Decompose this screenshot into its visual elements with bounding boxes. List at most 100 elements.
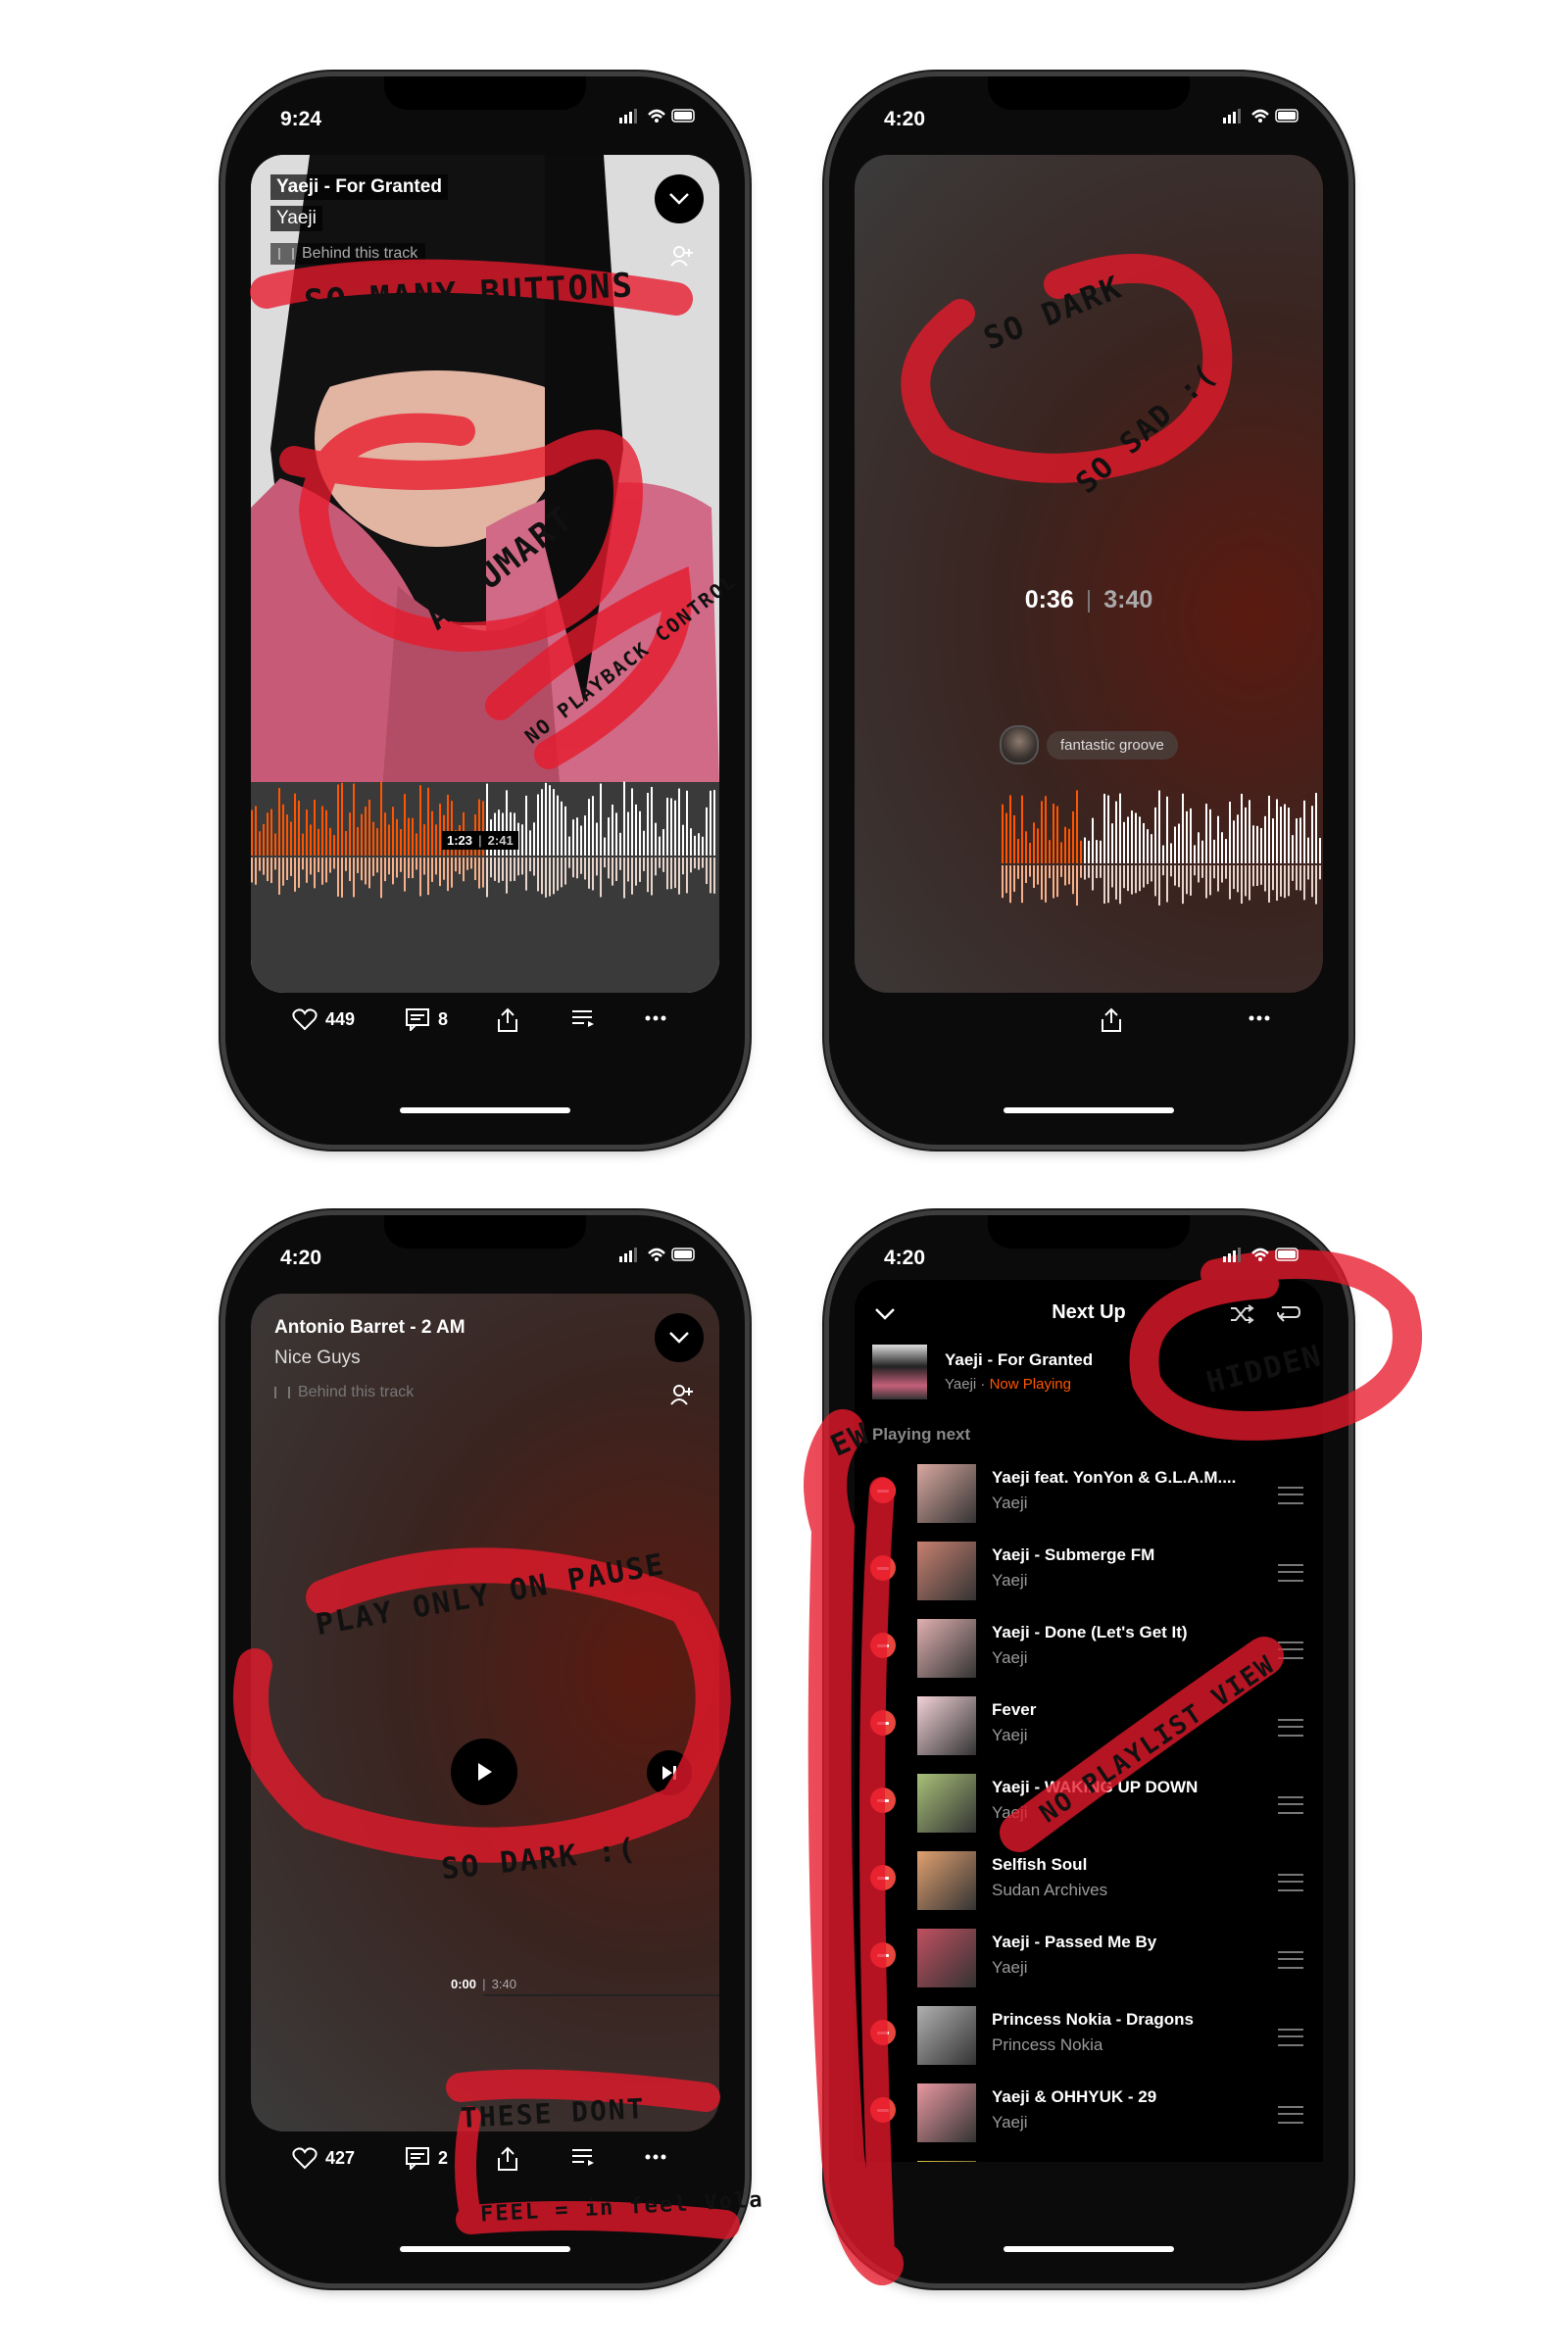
remove-from-queue-button[interactable] bbox=[870, 2020, 896, 2045]
remove-from-queue-button[interactable] bbox=[870, 1478, 896, 1503]
waveform-bar bbox=[1170, 843, 1172, 863]
queue-item-artist: Princess Nokia bbox=[992, 2035, 1103, 2054]
queue-item[interactable]: Fever Yaeji bbox=[855, 1687, 1323, 1764]
minimize-button[interactable] bbox=[655, 174, 704, 223]
queue-item[interactable]: Princess Nokia - Dragons Princess Nokia bbox=[855, 1996, 1323, 2074]
drag-handle-icon[interactable] bbox=[1278, 1487, 1303, 1504]
drag-handle-icon[interactable] bbox=[1278, 1796, 1303, 1814]
remove-from-queue-button[interactable] bbox=[870, 2097, 896, 2123]
queue-item-artist: Yaeji bbox=[992, 1571, 1028, 1590]
waveform-bar bbox=[1209, 865, 1211, 896]
waveform-bar bbox=[498, 858, 500, 883]
waveform-bar bbox=[1131, 810, 1133, 863]
queue-item-title: Yaeji & OHHYUK - 29 bbox=[992, 2087, 1157, 2106]
remove-from-queue-button[interactable] bbox=[870, 1942, 896, 1968]
track-artist[interactable]: Nice Guys bbox=[274, 1348, 361, 1369]
waveform-bar bbox=[710, 790, 711, 856]
waveform-bar bbox=[1119, 865, 1121, 905]
track-artwork bbox=[917, 2083, 976, 2142]
waveform-bar bbox=[419, 785, 421, 856]
waveform-bar bbox=[588, 858, 590, 889]
queue-item[interactable]: Yaeji feat. YonYon & G.L.A.M.... Yaeji bbox=[855, 1454, 1323, 1532]
drag-handle-icon[interactable] bbox=[1278, 1564, 1303, 1582]
waveform-bar bbox=[1084, 837, 1086, 863]
queue-button[interactable] bbox=[570, 2146, 596, 2168]
waveform-bar bbox=[1072, 810, 1074, 863]
drag-handle-icon[interactable] bbox=[1278, 1874, 1303, 1891]
shuffle-button[interactable] bbox=[1229, 1303, 1254, 1330]
waveform-bar bbox=[494, 858, 496, 881]
more-button[interactable] bbox=[1249, 1015, 1270, 1021]
follow-user-icon[interactable] bbox=[670, 1384, 694, 1410]
waveform-bar bbox=[596, 822, 598, 856]
drag-handle-icon[interactable] bbox=[1278, 2029, 1303, 2046]
comment-bubble[interactable]: fantastic groove bbox=[1000, 725, 1178, 764]
waveform[interactable] bbox=[1002, 775, 1323, 942]
waveform-bar bbox=[357, 858, 359, 873]
waveform-bar bbox=[361, 858, 363, 881]
repeat-button[interactable] bbox=[1276, 1303, 1301, 1330]
drag-handle-icon[interactable] bbox=[1278, 2106, 1303, 2124]
remove-from-queue-button[interactable] bbox=[870, 1555, 896, 1581]
comments-button[interactable]: 2 bbox=[405, 2146, 448, 2170]
comments-button[interactable]: 8 bbox=[405, 1007, 448, 1031]
waveform-bar bbox=[1123, 821, 1125, 863]
waveform-bar bbox=[1162, 865, 1164, 876]
waveform-bar bbox=[568, 836, 570, 856]
waveform-bar bbox=[686, 790, 688, 856]
track-artwork bbox=[917, 2161, 976, 2162]
like-button[interactable]: 449 bbox=[292, 1007, 355, 1031]
track-title[interactable]: Yaeji - For Granted bbox=[270, 174, 448, 200]
queue-item[interactable]: Selfish Soul Sudan Archives bbox=[855, 1841, 1323, 1919]
waveform-bar bbox=[514, 858, 515, 881]
drag-handle-icon[interactable] bbox=[1278, 1951, 1303, 1969]
drag-handle-icon[interactable] bbox=[1278, 1642, 1303, 1659]
notch bbox=[384, 1215, 586, 1249]
track-artist[interactable]: Yaeji bbox=[270, 206, 322, 231]
queue-item[interactable]: MirrorGrace Ives bbox=[855, 2151, 1323, 2162]
remove-from-queue-button[interactable] bbox=[870, 1633, 896, 1658]
waveform-bar bbox=[278, 788, 280, 856]
waveform-bar bbox=[282, 858, 284, 886]
like-button[interactable]: 427 bbox=[292, 2146, 355, 2170]
waveform-bar bbox=[396, 858, 398, 878]
follow-user-icon[interactable] bbox=[670, 245, 694, 271]
waveform-bar bbox=[400, 829, 402, 856]
drag-handle-icon[interactable] bbox=[1278, 1719, 1303, 1737]
waveform-bar bbox=[1123, 865, 1125, 889]
waveform-bar bbox=[298, 858, 300, 888]
waveform[interactable] bbox=[251, 767, 719, 934]
share-button[interactable] bbox=[496, 2146, 519, 2172]
behind-this-track-link[interactable]: Behind this track bbox=[274, 1384, 414, 1401]
queue-button[interactable] bbox=[570, 1007, 596, 1029]
more-button[interactable] bbox=[645, 2154, 666, 2160]
remove-from-queue-button[interactable] bbox=[870, 1788, 896, 1813]
share-button[interactable] bbox=[496, 1007, 519, 1033]
waveform-bar bbox=[686, 858, 688, 894]
remove-from-queue-button[interactable] bbox=[870, 1865, 896, 1890]
waveform-bar bbox=[1158, 865, 1160, 906]
queue-item-artist: Yaeji bbox=[992, 1958, 1028, 1977]
minimize-button[interactable] bbox=[655, 1313, 704, 1362]
waveform-bar bbox=[286, 858, 288, 881]
share-button[interactable] bbox=[1100, 1007, 1123, 1033]
queue-item[interactable]: Yaeji - Passed Me By Yaeji bbox=[855, 1919, 1323, 1996]
remove-from-queue-button[interactable] bbox=[870, 1710, 896, 1736]
waveform-bar bbox=[580, 825, 582, 856]
next-track-button[interactable] bbox=[647, 1750, 692, 1795]
more-button[interactable] bbox=[645, 1015, 666, 1021]
scrub-line[interactable] bbox=[484, 1994, 719, 1996]
queue-item-artist: Yaeji bbox=[992, 1726, 1028, 1744]
waveform-bar bbox=[1158, 790, 1160, 863]
waveform-bar bbox=[1201, 865, 1203, 878]
waveform-bar bbox=[1229, 865, 1231, 900]
queue-item[interactable]: Yaeji & OHHYUK - 29 Yaeji bbox=[855, 2074, 1323, 2151]
waveform-bar bbox=[659, 836, 661, 856]
time-badge: 1:23 | 2:41 bbox=[442, 831, 518, 850]
behind-this-track-link[interactable]: Behind this track bbox=[270, 243, 426, 265]
waveform-bar bbox=[1284, 865, 1286, 899]
play-button[interactable] bbox=[451, 1739, 517, 1805]
waveform-bar bbox=[1319, 865, 1321, 880]
track-title[interactable]: Antonio Barret - 2 AM bbox=[274, 1317, 466, 1339]
queue-item[interactable]: Yaeji - Submerge FM Yaeji bbox=[855, 1532, 1323, 1609]
